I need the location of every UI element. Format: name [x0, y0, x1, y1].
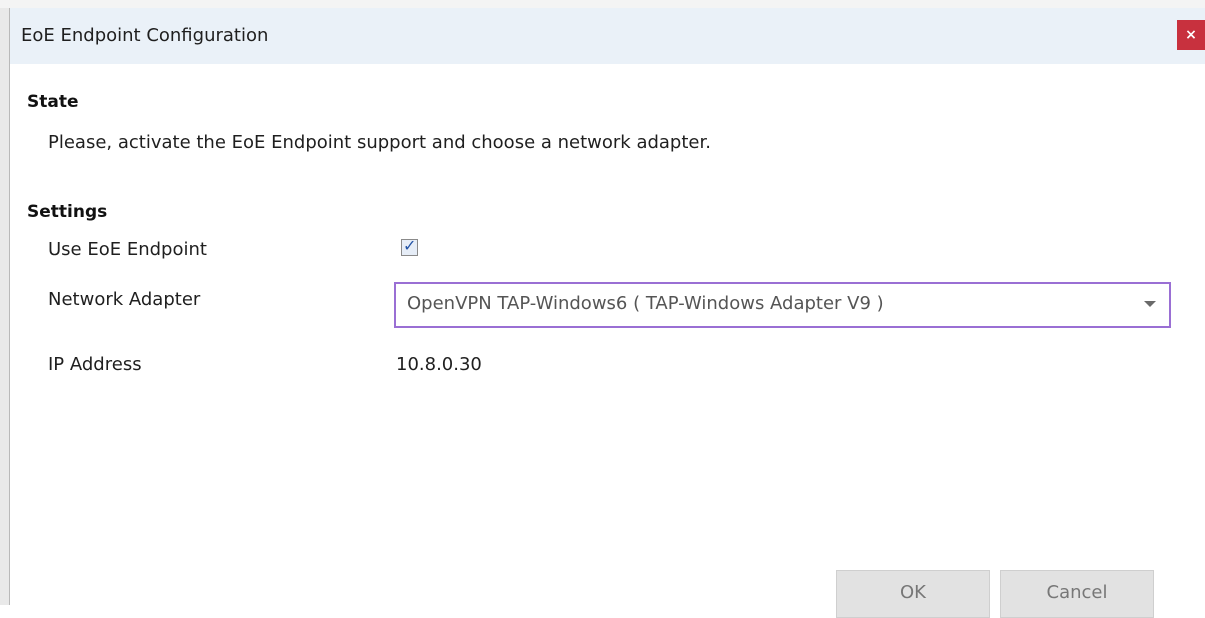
ip-address-label: IP Address — [48, 354, 142, 375]
ip-address-value: 10.8.0.30 — [396, 354, 482, 375]
cancel-button[interactable]: Cancel — [1000, 570, 1154, 618]
network-adapter-selected-value: OpenVPN TAP-Windows6 ( TAP-Windows Adapt… — [407, 293, 884, 314]
network-adapter-dropdown[interactable]: OpenVPN TAP-Windows6 ( TAP-Windows Adapt… — [394, 282, 1171, 328]
network-adapter-label: Network Adapter — [48, 289, 201, 310]
background-window-strip — [0, 0, 1205, 8]
check-icon: ✓ — [403, 236, 417, 255]
dialog-titlebar: EoE Endpoint Configuration — [10, 8, 1205, 64]
state-message: Please, activate the EoE Endpoint suppor… — [48, 132, 711, 153]
ok-button[interactable]: OK — [836, 570, 990, 618]
close-button[interactable]: × — [1177, 20, 1205, 50]
background-window-edge — [0, 8, 9, 605]
chevron-down-icon — [1144, 301, 1156, 307]
use-eoe-endpoint-label: Use EoE Endpoint — [48, 239, 207, 260]
state-heading: State — [27, 92, 79, 112]
eoe-endpoint-configuration-dialog: EoE Endpoint Configuration × State Pleas… — [9, 8, 1205, 618]
close-icon: × — [1185, 27, 1197, 43]
settings-heading: Settings — [27, 202, 108, 222]
use-eoe-endpoint-checkbox[interactable]: ✓ — [401, 236, 418, 256]
dialog-title: EoE Endpoint Configuration — [21, 25, 269, 46]
